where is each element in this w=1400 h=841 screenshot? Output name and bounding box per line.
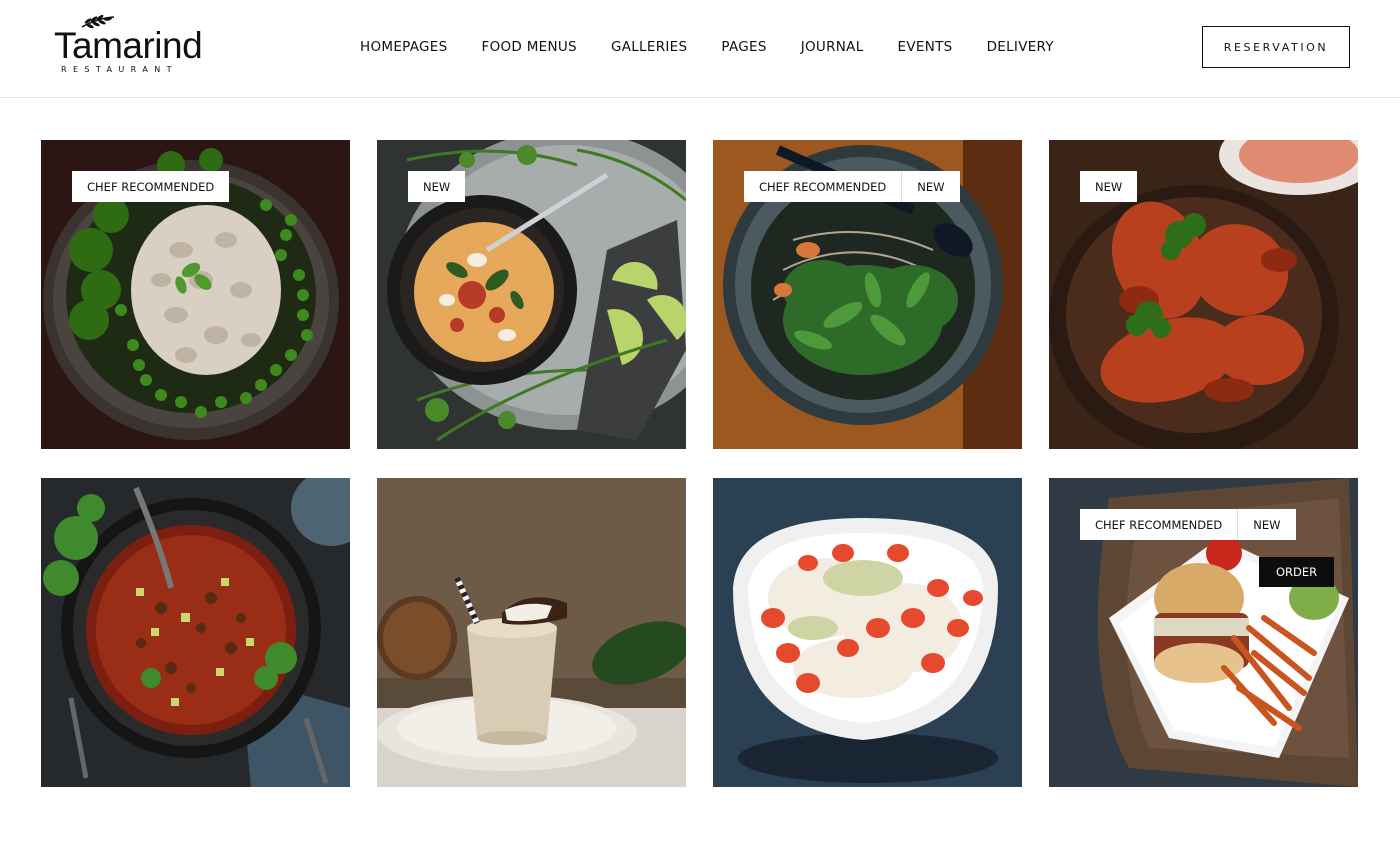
dish-card-1[interactable]: CHEF RECOMMENDED xyxy=(41,140,350,449)
reservation-button[interactable]: RESERVATION xyxy=(1202,26,1350,68)
dish-card-8[interactable]: CHEF RECOMMENDED NEW ORDER xyxy=(1049,478,1358,787)
dish-card-3[interactable]: CHEF RECOMMENDED NEW xyxy=(713,140,1022,449)
nav-item-homepages[interactable]: HOMEPAGES xyxy=(360,36,448,58)
badge-chef-recommended: CHEF RECOMMENDED xyxy=(1080,509,1238,540)
brand-logo[interactable]: Tamarind RESTAURANT xyxy=(54,14,224,78)
dish-badges: CHEF RECOMMENDED NEW xyxy=(744,171,960,202)
nav-item-events[interactable]: EVENTS xyxy=(898,36,953,58)
brand-tagline: RESTAURANT xyxy=(61,65,178,74)
dish-card-4[interactable]: NEW xyxy=(1049,140,1358,449)
dish-card-6[interactable] xyxy=(377,478,686,787)
dish-badges: NEW xyxy=(408,171,466,202)
dish-card-7[interactable] xyxy=(713,478,1022,787)
brand-name: Tamarind xyxy=(54,25,203,66)
badge-new: NEW xyxy=(901,171,960,202)
badge-chef-recommended: CHEF RECOMMENDED xyxy=(72,171,230,202)
coconut-smoothie-dish-image xyxy=(377,478,686,787)
nav-item-food-menus[interactable]: FOOD MENUS xyxy=(482,36,577,58)
dish-badges: CHEF RECOMMENDED NEW xyxy=(1080,509,1296,540)
badge-chef-recommended: CHEF RECOMMENDED xyxy=(744,171,902,202)
dish-badges: NEW xyxy=(1080,171,1138,202)
dish-card-5[interactable] xyxy=(41,478,350,787)
badge-new: NEW xyxy=(1237,509,1296,540)
badge-new: NEW xyxy=(1080,171,1138,202)
dish-gallery-grid: CHEF RECOMMENDED NEW CHEF RECOMMENDED NE… xyxy=(41,140,1358,787)
badge-new: NEW xyxy=(408,171,466,202)
nav-item-delivery[interactable]: DELIVERY xyxy=(987,36,1054,58)
site-header: Tamarind RESTAURANT HOMEPAGES FOOD MENUS… xyxy=(0,0,1400,98)
nav-item-journal[interactable]: JOURNAL xyxy=(801,36,864,58)
order-button[interactable]: ORDER xyxy=(1259,557,1335,587)
nav-item-pages[interactable]: PAGES xyxy=(721,36,766,58)
nav-item-galleries[interactable]: GALLERIES xyxy=(611,36,687,58)
strawberry-dessert-bowl-dish-image xyxy=(713,478,1022,787)
main-nav: HOMEPAGES FOOD MENUS GALLERIES PAGES JOU… xyxy=(343,36,1071,58)
chili-skillet-dish-image xyxy=(41,478,350,787)
dish-badges: CHEF RECOMMENDED xyxy=(72,171,230,202)
dish-card-2[interactable]: NEW xyxy=(377,140,686,449)
